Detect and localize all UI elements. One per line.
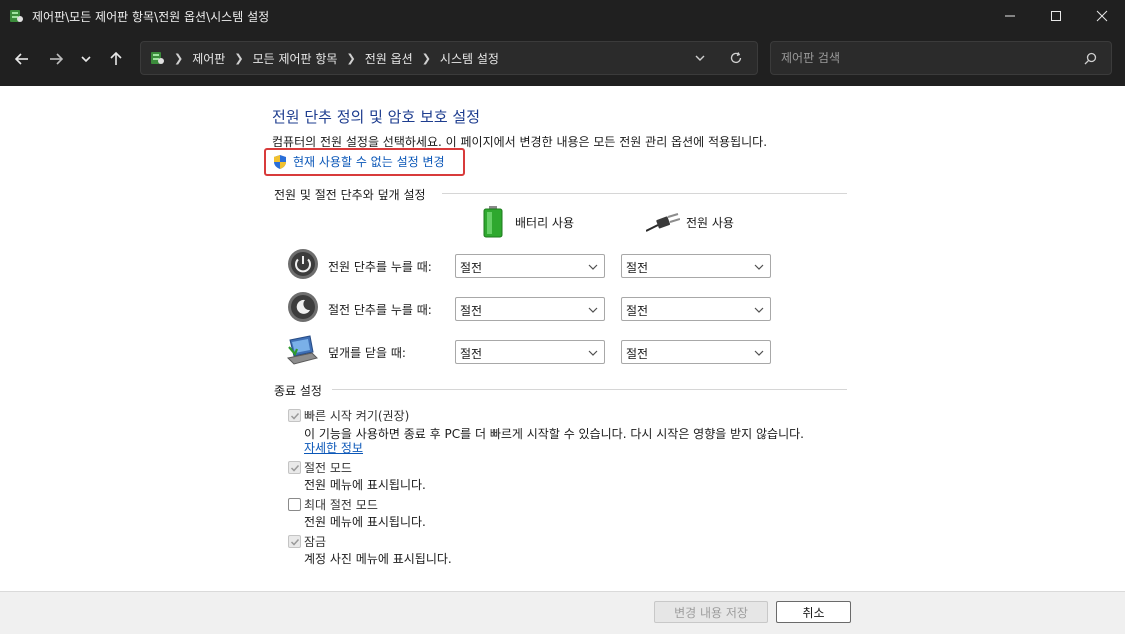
battery-column-header: 배터리 사용: [483, 206, 574, 238]
sleep-label: 절전 모드: [304, 461, 352, 475]
breadcrumb-all-items[interactable]: 모든 제어판 항목: [253, 50, 338, 67]
cancel-button[interactable]: 취소: [776, 601, 851, 623]
power-button-label: 전원 단추를 누를 때:: [328, 260, 432, 274]
fast-startup-checkbox[interactable]: [288, 409, 301, 422]
chevron-down-icon: [754, 264, 764, 270]
minimize-icon: [1005, 15, 1015, 17]
arrow-up-icon: [110, 52, 122, 65]
chevron-down-icon[interactable]: [693, 51, 707, 65]
search-icon[interactable]: [1084, 52, 1097, 65]
up-button[interactable]: [100, 43, 132, 75]
page-title: 전원 단추 정의 및 암호 보호 설정: [272, 108, 481, 126]
lock-label: 잠금: [304, 535, 327, 549]
section-divider: [332, 389, 847, 390]
minimize-button[interactable]: [987, 0, 1033, 32]
plugged-column-header: 전원 사용: [646, 211, 734, 233]
chevron-right-icon[interactable]: ❯: [234, 52, 243, 65]
select-value: 절전: [626, 261, 649, 275]
chevron-down-icon: [81, 56, 91, 63]
checkmark-icon: [290, 538, 300, 546]
control-panel-icon: [10, 10, 23, 22]
arrow-left-icon: [15, 53, 28, 65]
control-panel-icon: [151, 52, 164, 64]
select-value: 절전: [626, 347, 649, 361]
power-section-heading: 전원 및 절전 단추와 덮개 설정: [274, 188, 426, 202]
fast-startup-label: 빠른 시작 켜기(권장): [304, 409, 410, 423]
select-value: 절전: [460, 261, 483, 275]
recent-locations-button[interactable]: [74, 43, 98, 75]
hibernate-label: 최대 절전 모드: [304, 498, 378, 512]
power-plug-icon: [646, 213, 680, 232]
forward-button[interactable]: [40, 43, 72, 75]
refresh-icon[interactable]: [729, 51, 743, 65]
battery-column-label: 배터리 사용: [515, 215, 575, 230]
battery-icon: [483, 206, 503, 238]
chevron-down-icon: [588, 264, 598, 270]
sleep-button-battery-select[interactable]: 절전: [455, 297, 605, 321]
maximize-icon: [1051, 11, 1061, 21]
power-button-plugged-select[interactable]: 절전: [621, 254, 771, 278]
chevron-down-icon: [588, 350, 598, 356]
select-value: 절전: [460, 347, 483, 361]
sleep-checkbox[interactable]: [288, 461, 301, 474]
shutdown-section-heading: 종료 설정: [274, 384, 322, 398]
footer-bar: 변경 내용 저장 취소: [0, 591, 1125, 634]
lid-close-label: 덮개를 닫을 때:: [328, 346, 406, 360]
window-title: 제어판\모든 제어판 항목\전원 옵션\시스템 설정: [32, 9, 270, 24]
save-changes-button[interactable]: 변경 내용 저장: [654, 601, 768, 623]
fast-startup-description: 이 기능을 사용하면 종료 후 PC를 더 빠르게 시작할 수 있습니다. 다시…: [304, 427, 804, 441]
select-value: 절전: [626, 304, 649, 318]
change-settings-link[interactable]: 현재 사용할 수 없는 설정 변경: [272, 153, 445, 170]
search-input[interactable]: [781, 49, 1071, 67]
chevron-right-icon[interactable]: ❯: [346, 52, 355, 65]
chevron-down-icon: [754, 307, 764, 313]
back-button[interactable]: [6, 43, 38, 75]
breadcrumb-control-panel[interactable]: 제어판: [192, 50, 225, 67]
maximize-button[interactable]: [1033, 0, 1079, 32]
lock-checkbox[interactable]: [288, 535, 301, 548]
sleep-description: 전원 메뉴에 표시됩니다.: [304, 478, 426, 492]
power-button-battery-select[interactable]: 절전: [455, 254, 605, 278]
hibernate-checkbox[interactable]: [288, 498, 301, 511]
breadcrumb-system-settings[interactable]: 시스템 설정: [440, 50, 499, 67]
checkmark-icon: [290, 412, 300, 420]
plugged-column-label: 전원 사용: [686, 215, 734, 230]
navigation-bar: ❯ 제어판 ❯ 모든 제어판 항목 ❯ 전원 옵션 ❯ 시스템 설정: [0, 32, 1125, 86]
uac-shield-icon: [274, 154, 286, 169]
main-content: 전원 단추 정의 및 암호 보호 설정 컴퓨터의 전원 설정을 선택하세요. 이…: [0, 86, 1125, 591]
laptop-lid-icon: [286, 335, 318, 365]
chevron-right-icon[interactable]: ❯: [422, 52, 431, 65]
lock-description: 계정 사진 메뉴에 표시됩니다.: [304, 552, 452, 566]
chevron-right-icon[interactable]: ❯: [174, 52, 183, 65]
hibernate-description: 전원 메뉴에 표시됩니다.: [304, 515, 426, 529]
change-settings-link-label[interactable]: 현재 사용할 수 없는 설정 변경: [293, 153, 445, 170]
lid-close-plugged-select[interactable]: 절전: [621, 340, 771, 364]
close-icon: [1096, 10, 1108, 22]
arrow-right-icon: [50, 53, 63, 65]
search-box[interactable]: [770, 41, 1112, 75]
sleep-button-icon: [288, 292, 318, 322]
checkmark-icon: [290, 464, 300, 472]
close-button[interactable]: [1079, 0, 1125, 32]
title-bar: 제어판\모든 제어판 항목\전원 옵션\시스템 설정: [0, 0, 1125, 32]
chevron-down-icon: [754, 350, 764, 356]
sleep-button-label: 절전 단추를 누를 때:: [328, 303, 432, 317]
breadcrumb-power-options[interactable]: 전원 옵션: [365, 50, 413, 67]
select-value: 절전: [460, 304, 483, 318]
power-button-icon: [288, 249, 318, 279]
lid-close-battery-select[interactable]: 절전: [455, 340, 605, 364]
chevron-down-icon: [588, 307, 598, 313]
more-info-link[interactable]: 자세한 정보: [304, 439, 363, 456]
address-bar[interactable]: ❯ 제어판 ❯ 모든 제어판 항목 ❯ 전원 옵션 ❯ 시스템 설정: [140, 41, 758, 75]
sleep-button-plugged-select[interactable]: 절전: [621, 297, 771, 321]
section-divider: [442, 193, 847, 194]
